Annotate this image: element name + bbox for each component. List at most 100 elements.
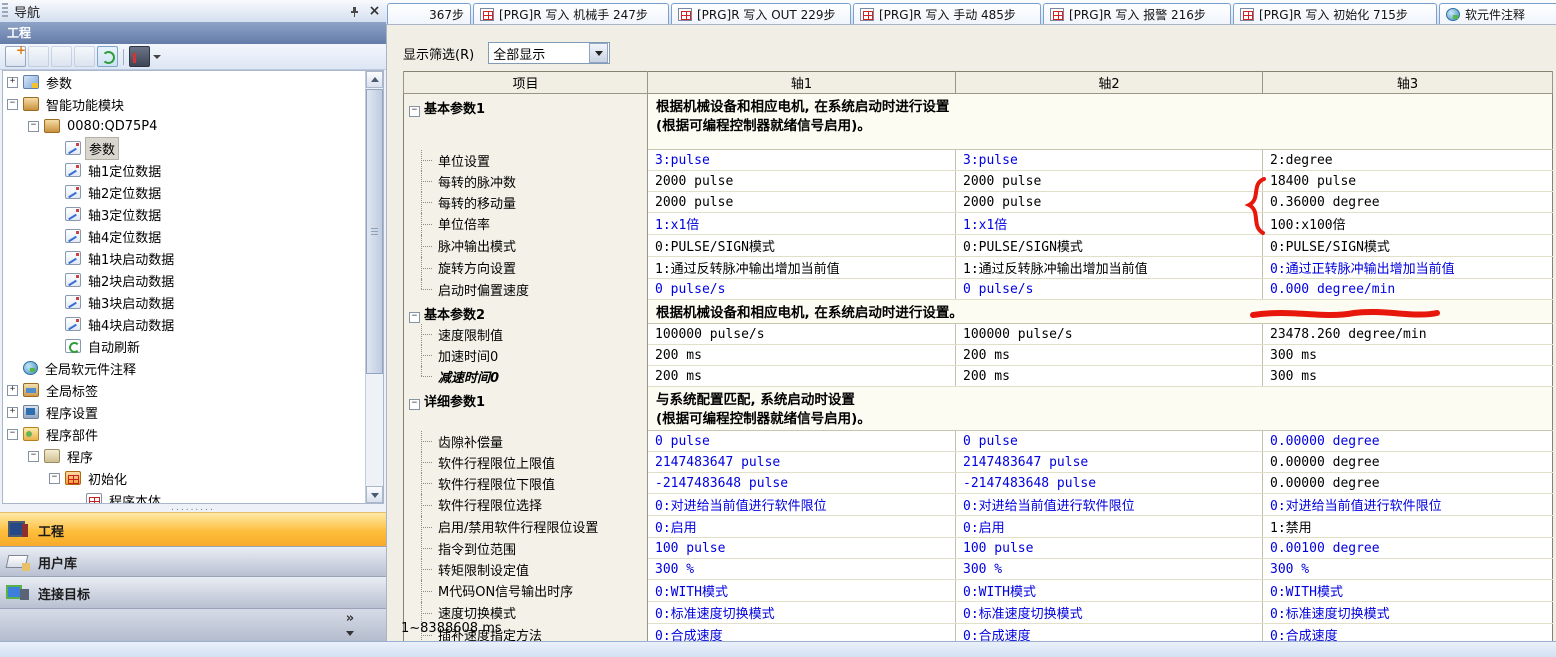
param-value-cell-axis2[interactable]: 0:WITH模式 bbox=[956, 580, 1263, 602]
param-value-cell-axis2[interactable]: 200 ms bbox=[956, 366, 1263, 387]
param-value-cell-axis1[interactable]: 200 ms bbox=[648, 366, 956, 387]
tree-item[interactable]: 轴2定位数据 bbox=[3, 181, 383, 203]
collapse-minus-icon[interactable]: − bbox=[28, 451, 39, 462]
tree-item[interactable]: 轴4块启动数据 bbox=[3, 313, 383, 335]
collapse-minus-icon[interactable]: − bbox=[7, 99, 18, 110]
tab-item[interactable]: 软元件注释 bbox=[1439, 3, 1556, 24]
tree-item[interactable]: 轴3块启动数据 bbox=[3, 291, 383, 313]
param-value-cell-axis3[interactable]: 18400 pulse bbox=[1263, 171, 1553, 192]
param-value-cell-axis3[interactable]: 0.00000 degree bbox=[1263, 431, 1553, 452]
param-value-cell-axis1[interactable]: 300 % bbox=[648, 559, 956, 580]
param-value-cell-axis2[interactable]: 100 pulse bbox=[956, 538, 1263, 559]
param-item-label[interactable]: 启用/禁用软件行程限位设置 bbox=[404, 516, 648, 538]
paste-info-icon[interactable] bbox=[74, 46, 95, 67]
param-value-cell-axis1[interactable]: 1:通过反转脉冲输出增加当前值 bbox=[648, 257, 956, 279]
tab-item[interactable]: 367步 bbox=[387, 3, 471, 24]
param-value-cell-axis1[interactable]: 100 pulse bbox=[648, 538, 956, 559]
tree-item[interactable]: 全局软元件注释 bbox=[3, 357, 383, 379]
tree-item[interactable]: −程序 bbox=[3, 445, 383, 467]
param-value-cell-axis2[interactable]: 3:pulse bbox=[956, 150, 1263, 171]
panel-splitter[interactable]: ......... bbox=[0, 504, 386, 512]
collapse-minus-icon[interactable]: − bbox=[409, 399, 420, 410]
tab-item[interactable]: [PRG]R 写入 OUT 229步 bbox=[671, 3, 851, 24]
param-value-cell-axis2[interactable]: 200 ms bbox=[956, 345, 1263, 366]
param-value-cell-axis3[interactable]: 0.00000 degree bbox=[1263, 473, 1553, 494]
tree-item[interactable]: 轴4定位数据 bbox=[3, 225, 383, 247]
param-value-cell-axis1[interactable]: 0:PULSE/SIGN模式 bbox=[648, 235, 956, 257]
scrollbar-thumb[interactable] bbox=[366, 89, 383, 374]
param-value-cell-axis1[interactable]: 0:对进给当前值进行软件限位 bbox=[648, 494, 956, 516]
refresh-icon[interactable] bbox=[97, 46, 118, 67]
param-value-cell-axis2[interactable]: 0:启用 bbox=[956, 516, 1263, 538]
param-value-cell-axis3[interactable]: 2:degree bbox=[1263, 150, 1553, 171]
param-item-label[interactable]: 齿隙补偿量 bbox=[404, 431, 648, 452]
param-value-cell-axis3[interactable]: 0:对进给当前值进行软件限位 bbox=[1263, 494, 1553, 516]
tree-scrollbar[interactable] bbox=[365, 71, 383, 503]
param-value-cell-axis3[interactable]: 0.00100 degree bbox=[1263, 538, 1553, 559]
tree-item[interactable]: +参数 bbox=[3, 71, 383, 93]
chevron-down-icon[interactable] bbox=[153, 55, 161, 59]
param-value-cell-axis3[interactable]: 1:禁用 bbox=[1263, 516, 1553, 538]
nav-button-user-library[interactable]: 用户库 bbox=[0, 546, 386, 578]
param-item-label[interactable]: 软件行程限位选择 bbox=[404, 494, 648, 516]
tree-item[interactable]: 轴1块启动数据 bbox=[3, 247, 383, 269]
param-value-cell-axis2[interactable]: 2147483647 pulse bbox=[956, 452, 1263, 473]
param-value-cell-axis2[interactable]: 2000 pulse bbox=[956, 171, 1263, 192]
scroll-down-icon[interactable] bbox=[366, 486, 383, 503]
param-item-label[interactable]: 指令到位范围 bbox=[404, 538, 648, 559]
param-value-cell-axis1[interactable]: 200 ms bbox=[648, 345, 956, 366]
param-value-cell-axis1[interactable]: 0:标准速度切换模式 bbox=[648, 602, 956, 624]
chevron-down-icon[interactable] bbox=[342, 625, 358, 640]
collapse-minus-icon[interactable]: − bbox=[409, 312, 420, 323]
new-document-icon[interactable] bbox=[5, 46, 26, 67]
expand-plus-icon[interactable]: + bbox=[7, 407, 18, 418]
param-value-cell-axis2[interactable]: 1:通过反转脉冲输出增加当前值 bbox=[956, 257, 1263, 279]
collapse-minus-icon[interactable]: − bbox=[409, 106, 420, 117]
param-value-cell-axis2[interactable]: 0:对进给当前值进行软件限位 bbox=[956, 494, 1263, 516]
param-item-label[interactable]: 旋转方向设置 bbox=[404, 257, 648, 279]
tab-item[interactable]: [PRG]R 写入 手动 485步 bbox=[853, 3, 1041, 24]
param-value-cell-axis1[interactable]: 0:WITH模式 bbox=[648, 580, 956, 602]
tree-item[interactable]: 程序本体 bbox=[3, 489, 383, 504]
param-item-label[interactable]: 减速时间0 bbox=[404, 366, 648, 387]
param-item-label[interactable]: 加速时间0 bbox=[404, 345, 648, 366]
param-value-cell-axis3[interactable]: 0:WITH模式 bbox=[1263, 580, 1553, 602]
tree-item[interactable]: +全局标签 bbox=[3, 379, 383, 401]
expand-plus-icon[interactable]: + bbox=[7, 385, 18, 396]
param-item-label[interactable]: M代码ON信号输出时序 bbox=[404, 580, 648, 602]
param-value-cell-axis3[interactable]: 0.000 degree/min bbox=[1263, 279, 1553, 300]
param-value-cell-axis1[interactable]: 1:x1倍 bbox=[648, 213, 956, 235]
param-section-label[interactable]: −基本参数1 bbox=[404, 94, 648, 150]
param-value-cell-axis3[interactable]: 0.00000 degree bbox=[1263, 452, 1553, 473]
close-icon[interactable]: × bbox=[366, 3, 383, 19]
param-value-cell-axis3[interactable]: 0:通过正转脉冲输出增加当前值 bbox=[1263, 257, 1553, 279]
param-value-cell-axis1[interactable]: 0 pulse bbox=[648, 431, 956, 452]
dropdown-arrow-icon[interactable] bbox=[589, 43, 608, 63]
param-value-cell-axis1[interactable]: 2000 pulse bbox=[648, 192, 956, 213]
tab-item[interactable]: [PRG]R 写入 机械手 247步 bbox=[473, 3, 669, 24]
tree-item[interactable]: −初始化 bbox=[3, 467, 383, 489]
param-value-cell-axis2[interactable]: -2147483648 pulse bbox=[956, 473, 1263, 494]
display-filter-icon[interactable] bbox=[129, 46, 150, 67]
param-value-cell-axis2[interactable]: 0 pulse/s bbox=[956, 279, 1263, 300]
tree-item[interactable]: 轴2块启动数据 bbox=[3, 269, 383, 291]
param-item-label[interactable]: 转矩限制设定值 bbox=[404, 559, 648, 580]
param-value-cell-axis1[interactable]: 0:启用 bbox=[648, 516, 956, 538]
tree-item[interactable]: −0080:QD75P4 bbox=[3, 115, 383, 137]
tree-item[interactable]: −程序部件 bbox=[3, 423, 383, 445]
scroll-up-icon[interactable] bbox=[366, 71, 383, 88]
param-value-cell-axis2[interactable]: 1:x1倍 bbox=[956, 213, 1263, 235]
param-value-cell-axis1[interactable]: 100000 pulse/s bbox=[648, 324, 956, 345]
param-value-cell-axis2[interactable]: 0 pulse bbox=[956, 431, 1263, 452]
tree-item[interactable]: 轴1定位数据 bbox=[3, 159, 383, 181]
param-section-label[interactable]: −详细参数1 bbox=[404, 387, 648, 431]
nav-button-project[interactable]: 工程 bbox=[0, 512, 386, 548]
param-item-label[interactable]: 每转的移动量 bbox=[404, 192, 648, 213]
param-item-label[interactable]: 软件行程限位上限值 bbox=[404, 452, 648, 473]
param-item-label[interactable]: 脉冲输出模式 bbox=[404, 235, 648, 257]
param-item-label[interactable]: 软件行程限位下限值 bbox=[404, 473, 648, 494]
tree-item[interactable]: 参数 bbox=[3, 137, 383, 159]
chevron-expand-icon[interactable]: » bbox=[342, 612, 358, 625]
param-value-cell-axis3[interactable]: 100:x100倍 bbox=[1263, 213, 1553, 235]
tab-item[interactable]: [PRG]R 写入 报警 216步 bbox=[1043, 3, 1231, 24]
